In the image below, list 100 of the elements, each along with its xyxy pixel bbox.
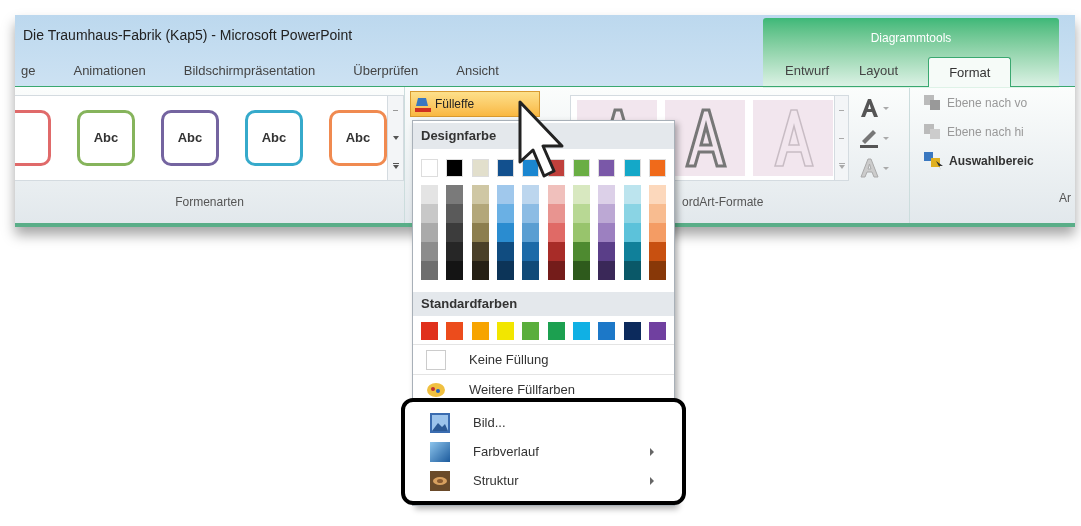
color-swatch[interactable]: [648, 242, 666, 261]
color-swatch[interactable]: [446, 159, 464, 177]
color-swatch[interactable]: [598, 223, 616, 242]
color-swatch[interactable]: [497, 185, 514, 204]
shape-style-item[interactable]: Abc: [245, 110, 303, 166]
color-swatch[interactable]: [547, 261, 565, 280]
color-swatch[interactable]: [648, 261, 666, 280]
color-swatch[interactable]: [497, 223, 514, 242]
color-swatch[interactable]: [522, 242, 540, 261]
picture-icon: [430, 412, 450, 433]
color-swatch[interactable]: [446, 322, 464, 340]
scroll-up-icon[interactable]: [393, 109, 398, 111]
text-fill-icon[interactable]: [859, 97, 891, 119]
color-swatch[interactable]: [598, 261, 616, 280]
ribbon-tab[interactable]: Entwurf: [785, 56, 830, 86]
color-swatch[interactable]: [623, 242, 641, 261]
color-swatch[interactable]: [421, 185, 438, 204]
section-heading: Designfarbe: [421, 127, 497, 146]
menu-item[interactable]: Farbverlauf: [417, 437, 670, 466]
ribbon-tab[interactable]: ge: [21, 56, 36, 86]
color-swatch[interactable]: [598, 185, 616, 204]
color-swatch[interactable]: [623, 223, 641, 242]
color-swatch[interactable]: [446, 242, 464, 261]
color-swatch[interactable]: [497, 204, 514, 223]
color-swatch[interactable]: [421, 242, 438, 261]
ribbon-tab[interactable]: Animationen: [73, 56, 146, 86]
color-swatch[interactable]: [598, 159, 616, 177]
ribbon-tab[interactable]: Überprüfen: [353, 56, 419, 86]
shape-style-item[interactable]: Abc: [161, 110, 219, 166]
ribbon-tab[interactable]: Ansicht: [456, 56, 499, 86]
color-swatch[interactable]: [522, 322, 540, 340]
color-swatch[interactable]: [522, 261, 540, 280]
color-swatch[interactable]: [572, 185, 590, 204]
color-swatch[interactable]: [623, 185, 641, 204]
scroll-down-icon[interactable]: [392, 136, 399, 140]
selection-pane-icon: [924, 152, 944, 170]
color-swatch[interactable]: [648, 223, 666, 242]
ribbon-tab[interactable]: Bildschirmpräsentation: [183, 56, 316, 86]
color-swatch[interactable]: [497, 322, 514, 340]
wordart-style-icon[interactable]: [665, 100, 745, 176]
color-swatch[interactable]: [497, 159, 514, 177]
color-swatch[interactable]: [572, 242, 590, 261]
menu-item[interactable]: Bild...: [417, 408, 670, 437]
color-swatch[interactable]: [623, 204, 641, 223]
more-icon[interactable]: [392, 163, 399, 169]
color-swatch[interactable]: [648, 322, 666, 340]
color-swatch[interactable]: [497, 242, 514, 261]
color-swatch[interactable]: [547, 242, 565, 261]
color-swatch[interactable]: [471, 223, 489, 242]
menu-item[interactable]: Struktur: [417, 466, 670, 495]
color-swatch[interactable]: [572, 204, 590, 223]
color-swatch[interactable]: [648, 204, 666, 223]
shape-style-item[interactable]: Abc: [329, 110, 387, 166]
fill-effects-button[interactable]: Fülleffe: [410, 91, 540, 117]
color-swatch[interactable]: [648, 159, 666, 177]
color-swatch[interactable]: [446, 204, 464, 223]
ribbon-tab[interactable]: Layout: [859, 56, 899, 86]
color-swatch[interactable]: [471, 242, 489, 261]
arrange-command[interactable]: Auswahlbereic: [924, 149, 1075, 173]
window-title: Die Traumhaus-Fabrik (Kap5) - Microsoft PowerPoint: [23, 25, 353, 45]
color-swatch[interactable]: [572, 261, 590, 280]
color-swatch[interactable]: [623, 261, 641, 280]
color-swatch[interactable]: [572, 223, 590, 242]
text-effects-icon[interactable]: [859, 157, 891, 179]
menu-item[interactable]: Keine Füllung: [413, 345, 674, 374]
color-swatch[interactable]: [421, 204, 438, 223]
ribbon-tab[interactable]: Format: [928, 57, 1012, 87]
color-swatch[interactable]: [572, 159, 590, 177]
color-swatch[interactable]: [572, 322, 590, 340]
color-swatch[interactable]: [598, 322, 616, 340]
color-swatch[interactable]: [598, 242, 616, 261]
color-swatch[interactable]: [446, 185, 464, 204]
color-swatch[interactable]: [421, 159, 438, 177]
color-swatch[interactable]: [421, 261, 438, 280]
color-swatch[interactable]: [547, 185, 565, 204]
color-swatch[interactable]: [648, 185, 666, 204]
color-swatch[interactable]: [547, 223, 565, 242]
color-swatch[interactable]: [471, 185, 489, 204]
color-swatch[interactable]: [598, 204, 616, 223]
color-swatch[interactable]: [421, 322, 438, 340]
color-swatch[interactable]: [522, 185, 540, 204]
color-swatch[interactable]: [446, 261, 464, 280]
color-swatch[interactable]: [471, 204, 489, 223]
menu-item[interactable]: Weitere Füllfarben: [413, 375, 674, 404]
color-swatch[interactable]: [623, 159, 641, 177]
color-swatch[interactable]: [547, 322, 565, 340]
color-swatch[interactable]: [497, 261, 514, 280]
shape-style-item[interactable]: Abc: [77, 110, 135, 166]
color-swatch[interactable]: [547, 204, 565, 223]
color-swatch[interactable]: [471, 159, 489, 177]
color-swatch[interactable]: [446, 223, 464, 242]
color-swatch[interactable]: [471, 322, 489, 340]
pen-outline-icon[interactable]: [859, 127, 891, 149]
color-swatch[interactable]: [522, 204, 540, 223]
color-swatch[interactable]: [623, 322, 641, 340]
color-swatch[interactable]: [471, 261, 489, 280]
scroll-up-icon[interactable]: [839, 109, 844, 111]
color-swatch[interactable]: [421, 223, 438, 242]
color-swatch[interactable]: [522, 223, 540, 242]
layers-icon: [924, 124, 942, 140]
